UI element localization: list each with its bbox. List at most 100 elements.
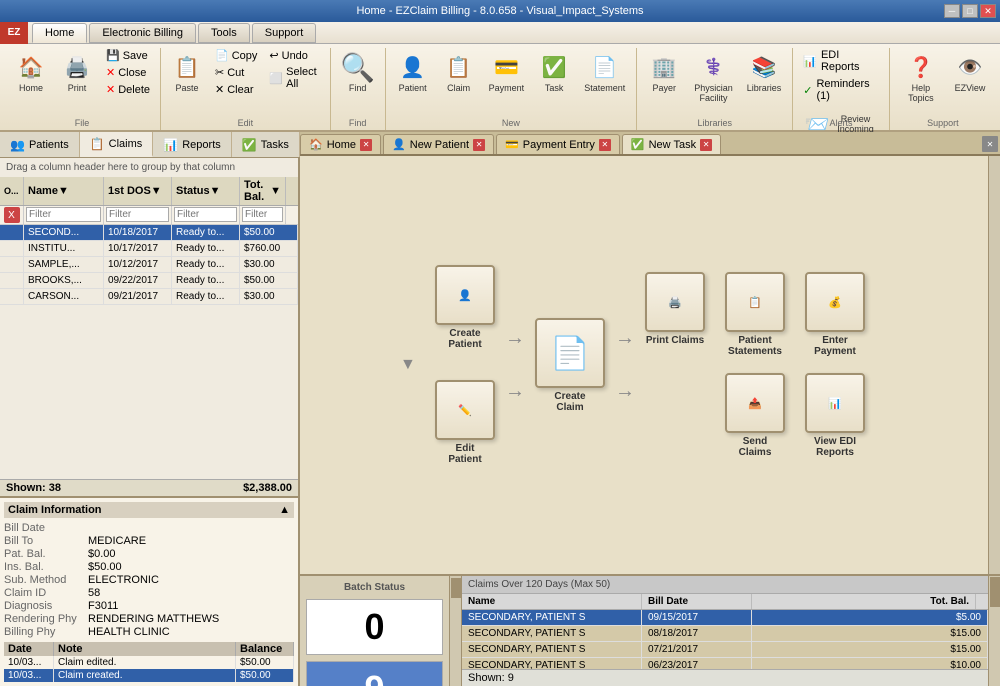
list-item[interactable]: SECOND... 10/18/2017 Ready to... $50.00 (0, 225, 298, 241)
menu-tab-electronic-billing[interactable]: Electronic Billing (89, 23, 196, 43)
tab-tasks[interactable]: ✅ Tasks (232, 132, 300, 157)
close-button[interactable]: ✕ Close (102, 65, 154, 80)
delete-button[interactable]: ✕ Delete (102, 82, 154, 97)
edi-reports-button[interactable]: 📊 EDI Reports (799, 48, 883, 74)
save-label: Save (123, 50, 148, 62)
tab-patients[interactable]: 👥 Patients (0, 132, 80, 157)
ezview-button[interactable]: 👁️ EZView (950, 48, 990, 106)
create-patient-icon: 👤 (435, 265, 495, 325)
close-icon: ✕ (106, 66, 115, 79)
claims-scroll-thumb (990, 577, 1000, 607)
clear-button[interactable]: ✕ Clear (211, 82, 261, 97)
window-close-button[interactable]: ✕ (980, 4, 996, 18)
claims-col-balance[interactable]: Tot. Bal. (752, 594, 976, 609)
col-balance[interactable]: Tot. Bal. ▼ (240, 177, 286, 205)
home-button[interactable]: 🏠 Home (10, 48, 52, 113)
row-order (0, 241, 24, 256)
claims-row[interactable]: SECONDARY, PATIENT S 06/23/2017 $10.00 (462, 658, 988, 669)
tab-new-task[interactable]: ✅ New Task ✕ (622, 134, 721, 154)
claims-row[interactable]: SECONDARY, PATIENT S 08/18/2017 $15.00 (462, 626, 988, 642)
batch-item-0[interactable]: 0 (306, 599, 443, 655)
claim-info-expand[interactable]: ▲ (279, 504, 290, 516)
find-button[interactable]: 🔍 Find (337, 48, 379, 96)
claims-col-name[interactable]: Name (462, 594, 642, 609)
view-edi-reports-node[interactable]: 📊 View EDIReports (805, 373, 865, 458)
paste-button[interactable]: 📋 Paste (167, 48, 207, 129)
claims-col-bill-date[interactable]: Bill Date (642, 594, 752, 609)
undo-icon: ↩ (269, 49, 278, 62)
help-topics-button[interactable]: ❓ Help Topics (896, 48, 946, 106)
list-item[interactable]: BROOKS,... 09/22/2017 Ready to... $50.00 (0, 273, 298, 289)
all-tabs-close[interactable]: ✕ (982, 136, 998, 152)
payer-button[interactable]: 🏢 Payer (643, 48, 685, 106)
print-button[interactable]: 🖨️ Print (56, 48, 98, 113)
minimize-button[interactable]: ─ (944, 4, 960, 18)
print-claims-node[interactable]: 🖨️ Print Claims (645, 272, 705, 357)
filter-balance-cell (240, 206, 286, 224)
claim-button[interactable]: 📋 Claim (438, 48, 480, 96)
libraries-button[interactable]: 📚 Libraries (742, 48, 787, 106)
workflow-scrollbar[interactable] (988, 156, 1000, 574)
physician-facility-button[interactable]: ⚕️ PhysicianFacility (689, 48, 738, 106)
task-button[interactable]: ✅ Task (533, 48, 575, 96)
batch-scrollbar[interactable] (450, 576, 462, 686)
undo-button[interactable]: ↩ Undo (265, 48, 323, 63)
menu-tab-tools[interactable]: Tools (198, 23, 250, 43)
reminders-button[interactable]: ✓ Reminders (1) (799, 77, 883, 103)
cut-button[interactable]: ✂ Cut (211, 65, 261, 80)
copy-button[interactable]: 📄 Copy (211, 48, 261, 63)
filter-name-input[interactable] (26, 207, 101, 222)
statement-button[interactable]: 📄 Statement (579, 48, 630, 96)
create-patient-node[interactable]: 👤 CreatePatient (435, 265, 495, 350)
patient-button[interactable]: 👤 Patient (392, 48, 434, 96)
tab-home[interactable]: 🏠 Home ✕ (300, 134, 381, 154)
row-order (0, 225, 24, 240)
tab-new-patient[interactable]: 👤 New Patient ✕ (383, 134, 494, 154)
list-item[interactable]: SAMPLE,... 10/12/2017 Ready to... $30.00 (0, 257, 298, 273)
payment-entry-tab-close[interactable]: ✕ (599, 139, 611, 151)
home-tab-close[interactable]: ✕ (360, 139, 372, 151)
edit-patient-node[interactable]: ✏️ EditPatient (435, 380, 495, 465)
claims-row[interactable]: SECONDARY, PATIENT S 07/21/2017 $15.00 (462, 642, 988, 658)
patient-statements-icon: 📋 (725, 272, 785, 332)
tab-reports[interactable]: 📊 Reports (153, 132, 231, 157)
menu-tab-support[interactable]: Support (252, 23, 317, 43)
col-status[interactable]: Status ▼ (172, 177, 240, 205)
row-balance: $50.00 (240, 273, 298, 288)
row-status: Ready to... (172, 289, 240, 304)
list-item[interactable]: INSTITU... 10/17/2017 Ready to... $760.0… (0, 241, 298, 257)
send-claims-node[interactable]: 📤 SendClaims (725, 373, 785, 458)
claims-scrollbar[interactable] (988, 576, 1000, 686)
select-all-button[interactable]: ⬜ Select All (265, 65, 323, 91)
tab-claims[interactable]: 📋 Claims (80, 132, 154, 157)
maximize-button[interactable]: □ (962, 4, 978, 18)
undo-label: Undo (282, 50, 308, 62)
save-button[interactable]: 💾 Save (102, 48, 154, 63)
filter-balance-input[interactable] (242, 207, 283, 222)
note-row[interactable]: 10/03... Claim created. $50.00 (4, 669, 294, 682)
edit-patient-img: ✏️ (458, 404, 472, 417)
note-row[interactable]: 10/03... Claim edited. $50.00 (4, 656, 294, 669)
filter-dos-input[interactable] (106, 207, 169, 222)
logo-button[interactable]: EZ (0, 22, 28, 44)
tab-payment-entry[interactable]: 💳 Payment Entry ✕ (496, 134, 620, 154)
new-patient-tab-close[interactable]: ✕ (473, 139, 485, 151)
col-order[interactable]: O... (0, 177, 24, 205)
filter-clear-button[interactable]: X (4, 207, 20, 223)
filter-status-input[interactable] (174, 207, 237, 222)
patient-statements-node[interactable]: 📋 PatientStatements (725, 272, 785, 357)
create-claim-img: 📄 (550, 334, 590, 372)
claims-table-title: Claims Over 120 Days (Max 50) (462, 576, 988, 594)
print-icon: 🖨️ (61, 51, 93, 83)
col-dos[interactable]: 1st DOS ▼ (104, 177, 172, 205)
col-name[interactable]: Name ▼ (24, 177, 104, 205)
list-item[interactable]: CARSON... 09/21/2017 Ready to... $30.00 (0, 289, 298, 305)
create-claim-node[interactable]: 📄 CreateClaim (535, 318, 605, 413)
workflow-scroll-arrow[interactable]: ▼ (400, 356, 416, 374)
new-task-tab-close[interactable]: ✕ (700, 139, 712, 151)
batch-item-1[interactable]: 9 Claims Over 120 Day... (306, 661, 443, 686)
menu-tab-home[interactable]: Home (32, 23, 87, 43)
claims-row[interactable]: SECONDARY, PATIENT S 09/15/2017 $5.00 (462, 610, 988, 626)
enter-payment-node[interactable]: 💰 EnterPayment (805, 272, 865, 357)
payment-button[interactable]: 💳 Payment (484, 48, 530, 96)
